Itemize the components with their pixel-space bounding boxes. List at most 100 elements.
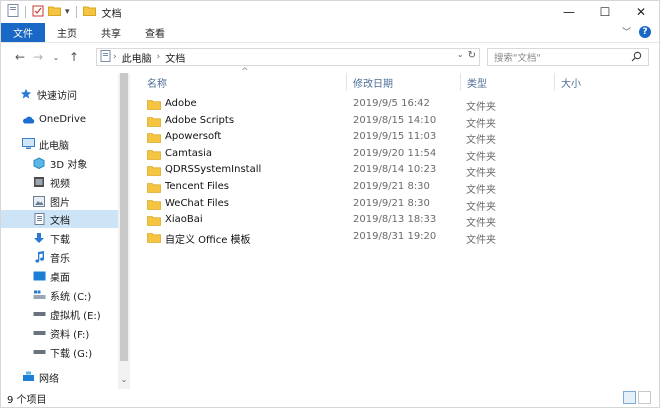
scrollbar-thumb[interactable] [120, 73, 128, 361]
search-placeholder: 搜索"文档" [494, 53, 541, 64]
folder-icon [147, 165, 161, 177]
address-dropdown-icon[interactable]: ⌄ [457, 50, 464, 61]
download-icon [32, 232, 46, 244]
sidebar-item-label: 文档 [50, 215, 70, 227]
column-divider[interactable] [554, 73, 555, 91]
column-divider[interactable] [346, 73, 347, 91]
sidebar-item-videos[interactable]: 视频 [32, 173, 149, 191]
file-row[interactable]: 自定义 Office 模板 2019/8/31 19:20 文件夹 [141, 230, 621, 246]
file-name[interactable]: Camtasia [165, 148, 212, 159]
expand-ribbon-icon[interactable]: ﹀ [622, 25, 631, 38]
file-type: 文件夹 [466, 218, 496, 230]
window-controls: — ☐ ✕ [551, 1, 659, 23]
file-type: 文件夹 [466, 102, 496, 113]
properties-check-icon[interactable] [32, 5, 44, 20]
up-arrow-icon[interactable]: ↑ [65, 50, 83, 64]
title-folder-icon [82, 5, 96, 19]
column-divider[interactable] [460, 73, 461, 91]
sidebar-item-label: 此电脑 [39, 140, 69, 152]
new-folder-icon[interactable] [48, 5, 61, 19]
breadcrumb-chevron-icon[interactable]: › [155, 52, 163, 62]
file-name[interactable]: Adobe Scripts [165, 115, 234, 126]
ribbon-right-controls: ﹀ ? [622, 25, 651, 38]
tab-view[interactable]: 查看 [133, 23, 177, 42]
folder-icon [147, 99, 161, 110]
file-name[interactable]: XiaoBai [165, 214, 203, 225]
sidebar-item-pictures[interactable]: 图片 [32, 192, 149, 210]
column-header-type[interactable]: 类型 [467, 73, 487, 91]
video-icon [32, 176, 46, 188]
cloud-icon [21, 113, 35, 125]
file-modified-date: 2019/8/15 14:10 [353, 114, 437, 126]
file-row[interactable]: Camtasia 2019/9/20 11:54 文件夹 [141, 147, 621, 163]
large-icons-view-icon[interactable] [638, 391, 651, 404]
breadcrumb-documents[interactable]: 文档 [162, 50, 188, 65]
address-doc-icon [97, 49, 111, 65]
file-row[interactable]: WeChat Files 2019/9/21 8:30 文件夹 [141, 197, 621, 213]
refresh-icon[interactable]: ↻ [468, 50, 476, 61]
tab-file[interactable]: 文件 [1, 23, 45, 42]
column-header-size[interactable]: 大小 [561, 73, 581, 91]
column-header-name[interactable]: 名称 [147, 73, 167, 91]
recent-dropdown-icon[interactable]: ⌄ [47, 53, 65, 62]
sidebar-item-drive-g[interactable]: 下载 (G:) [32, 343, 149, 361]
breadcrumb-this-pc[interactable]: 此电脑 [119, 50, 155, 65]
folder-icon [147, 116, 161, 127]
sidebar-item-label: 系统 (C:) [50, 291, 92, 303]
file-row[interactable]: Tencent Files 2019/9/21 8:30 文件夹 [141, 180, 621, 196]
close-button[interactable]: ✕ [623, 1, 659, 23]
drive-icon [32, 346, 46, 358]
navigation-bar: ← → ⌄ ↑ › 此电脑 › 文档 ⌄ ↻ 搜索"文档" [1, 43, 659, 71]
sidebar-item-label: 音乐 [50, 253, 70, 265]
sidebar-item-drive-e[interactable]: 虚拟机 (E:) [32, 305, 149, 323]
search-icon[interactable] [631, 51, 642, 65]
file-row[interactable]: Apowersoft 2019/9/15 11:03 文件夹 [141, 130, 621, 146]
navigation-pane: 快速访问 OneDrive 此电脑 3D 对象 视频 图片 文档 下载 音乐 桌… [1, 73, 119, 389]
picture-icon [32, 195, 46, 207]
file-name[interactable]: Apowersoft [165, 131, 221, 142]
sidebar-scrollbar[interactable]: ⌄ [118, 73, 130, 389]
file-name[interactable]: QDRSSystemInstall [165, 164, 261, 175]
sidebar-item-label: 快速访问 [37, 90, 77, 102]
drive-c-icon [32, 289, 46, 301]
search-box[interactable]: 搜索"文档" [487, 48, 649, 66]
file-name[interactable]: Tencent Files [165, 181, 229, 192]
tab-home[interactable]: 主页 [45, 23, 89, 42]
file-row[interactable]: Adobe 2019/9/5 16:42 文件夹 [141, 97, 621, 113]
sidebar-item-documents[interactable]: 文档 [1, 210, 118, 228]
minimize-button[interactable]: — [551, 1, 587, 23]
maximize-button[interactable]: ☐ [587, 1, 623, 23]
file-modified-date: 2019/9/21 8:30 [353, 181, 430, 192]
sidebar-item-music[interactable]: 音乐 [32, 248, 149, 266]
sort-ascending-icon: ^ [241, 67, 249, 77]
file-name[interactable]: 自定义 Office 模板 [165, 231, 251, 246]
help-icon[interactable]: ? [639, 25, 651, 38]
sidebar-item-downloads[interactable]: 下载 [32, 229, 149, 247]
sidebar-item-drive-c[interactable]: 系统 (C:) [32, 286, 149, 304]
details-view-icon[interactable] [623, 391, 636, 404]
file-type: 文件夹 [466, 151, 496, 163]
sidebar-item-desktop[interactable]: 桌面 [32, 267, 149, 285]
sidebar-item-drive-f[interactable]: 资料 (F:) [32, 324, 149, 342]
file-row[interactable]: QDRSSystemInstall 2019/8/14 10:23 文件夹 [141, 163, 621, 179]
file-type: 文件夹 [466, 185, 496, 196]
file-modified-date: 2019/8/31 19:20 [353, 230, 437, 242]
window-title: 文档 [101, 8, 122, 20]
address-bar[interactable]: › 此电脑 › 文档 ⌄ ↻ [96, 48, 480, 66]
customize-dropdown-icon[interactable]: ▾ [65, 7, 70, 17]
folder-icon [147, 215, 161, 227]
sidebar-item-3d-objects[interactable]: 3D 对象 [32, 154, 149, 172]
back-arrow-icon[interactable]: ← [11, 50, 29, 64]
scroll-down-arrow-icon[interactable]: ⌄ [118, 373, 130, 385]
forward-arrow-icon[interactable]: → [29, 50, 47, 64]
file-name[interactable]: Adobe [165, 98, 197, 109]
explorer-doc-icon [7, 4, 19, 20]
sidebar-item-label: 虚拟机 (E:) [50, 310, 101, 322]
breadcrumb-chevron-icon[interactable]: › [111, 52, 119, 62]
file-row[interactable]: XiaoBai 2019/8/13 18:33 文件夹 [141, 213, 621, 229]
file-name[interactable]: WeChat Files [165, 198, 229, 209]
column-header-modified[interactable]: 修改日期 [353, 73, 393, 91]
tab-share[interactable]: 共享 [89, 23, 133, 42]
file-row[interactable]: Adobe Scripts 2019/8/15 14:10 文件夹 [141, 114, 621, 130]
title-bar: ▾ 文档 — ☐ ✕ [1, 1, 659, 23]
